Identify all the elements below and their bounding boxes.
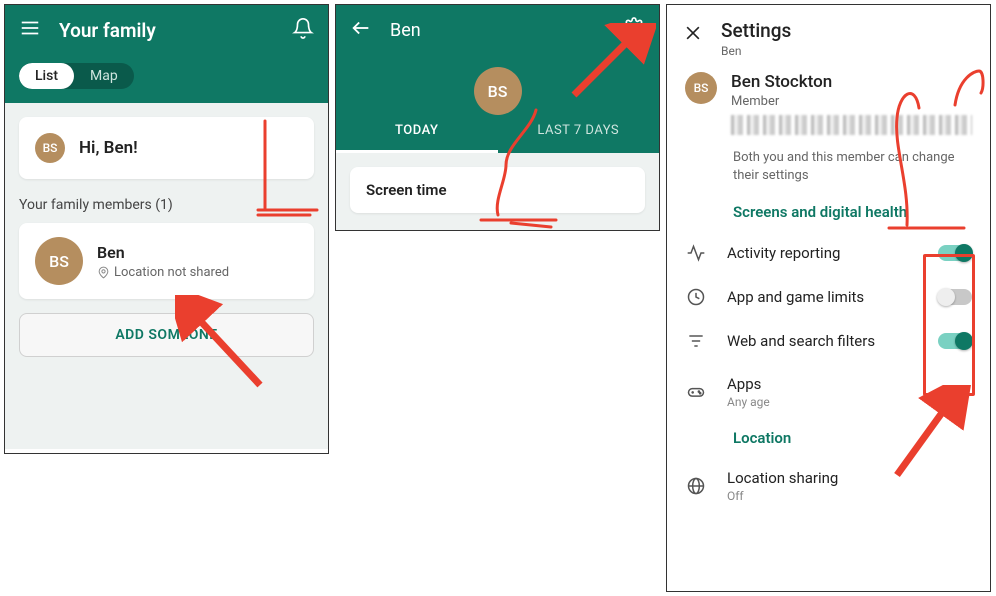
greeting-card: BS Hi, Ben! (19, 117, 314, 179)
row-web-search-filters[interactable]: Web and search filters (667, 319, 990, 363)
row-label: Web and search filters (727, 332, 918, 350)
section-screens-health: Screens and digital health (667, 195, 990, 231)
tab-today[interactable]: TODAY (336, 111, 498, 153)
row-sublabel: Any age (727, 395, 972, 409)
tab-list[interactable]: List (19, 63, 74, 89)
close-icon[interactable] (683, 23, 703, 47)
redacted-email (731, 115, 972, 135)
notifications-icon[interactable] (292, 17, 314, 43)
member-card[interactable]: BS Ben Location not shared (19, 223, 314, 299)
row-activity-reporting[interactable]: Activity reporting (667, 231, 990, 275)
profile-role: Member (731, 94, 972, 109)
member-location-status: Location not shared (97, 265, 229, 280)
row-location-sharing[interactable]: Location sharing Off (667, 457, 990, 515)
avatar: BS (35, 133, 65, 163)
member-name: Ben (97, 243, 229, 262)
screen-time-label: Screen time (366, 181, 629, 199)
settings-title: Settings (721, 19, 791, 42)
avatar: BS (474, 67, 522, 115)
gamepad-icon (685, 382, 707, 402)
member-location-text: Location not shared (114, 265, 229, 280)
profile-name: Ben Stockton (731, 72, 972, 92)
toggle-web-search-filters[interactable] (938, 333, 972, 349)
row-label: Activity reporting (727, 244, 918, 262)
toggle-app-game-limits[interactable] (938, 289, 972, 305)
globe-icon (685, 476, 707, 496)
view-tabs: List Map (19, 63, 134, 89)
clock-icon (685, 287, 707, 307)
add-someone-button[interactable]: ADD SOMEONE (19, 313, 314, 357)
member-name-title: Ben (390, 20, 623, 41)
toggle-activity-reporting[interactable] (938, 245, 972, 261)
page-title: Your family (59, 19, 292, 42)
row-app-game-limits[interactable]: App and game limits (667, 275, 990, 319)
timeframe-tabs: TODAY LAST 7 DAYS (336, 111, 659, 153)
panel-member-detail: Ben BS TODAY LAST 7 DAYS Screen time (335, 4, 660, 231)
back-icon[interactable] (350, 17, 372, 43)
header: Ben BS TODAY LAST 7 DAYS (336, 5, 659, 153)
panel-settings: Settings Ben BS Ben Stockton Member Both… (666, 4, 991, 592)
screen-time-card[interactable]: Screen time (350, 167, 645, 213)
greeting-text: Hi, Ben! (79, 138, 138, 158)
activity-icon (685, 243, 707, 263)
row-label: Location sharing (727, 469, 972, 487)
header: Your family List Map (5, 5, 328, 103)
filter-icon (685, 331, 707, 351)
members-section-label: Your family members (1) (19, 197, 314, 213)
panel-your-family: Your family List Map BS Hi, Ben! Your fa… (4, 4, 329, 454)
row-label: Apps (727, 375, 972, 393)
settings-member-name: Ben (721, 44, 791, 58)
avatar: BS (685, 72, 717, 104)
row-apps[interactable]: Apps Any age (667, 363, 990, 421)
section-location: Location (667, 421, 990, 457)
row-sublabel: Off (727, 489, 972, 503)
settings-gear-icon[interactable] (623, 17, 645, 43)
avatar: BS (35, 237, 83, 285)
tab-last-7-days[interactable]: LAST 7 DAYS (498, 111, 660, 153)
tab-map[interactable]: Map (74, 63, 134, 89)
location-pin-icon (97, 266, 110, 279)
profile-row: BS Ben Stockton Member (667, 64, 990, 145)
menu-icon[interactable] (19, 17, 41, 43)
row-label: App and game limits (727, 288, 918, 306)
settings-note: Both you and this member can change thei… (667, 145, 990, 195)
